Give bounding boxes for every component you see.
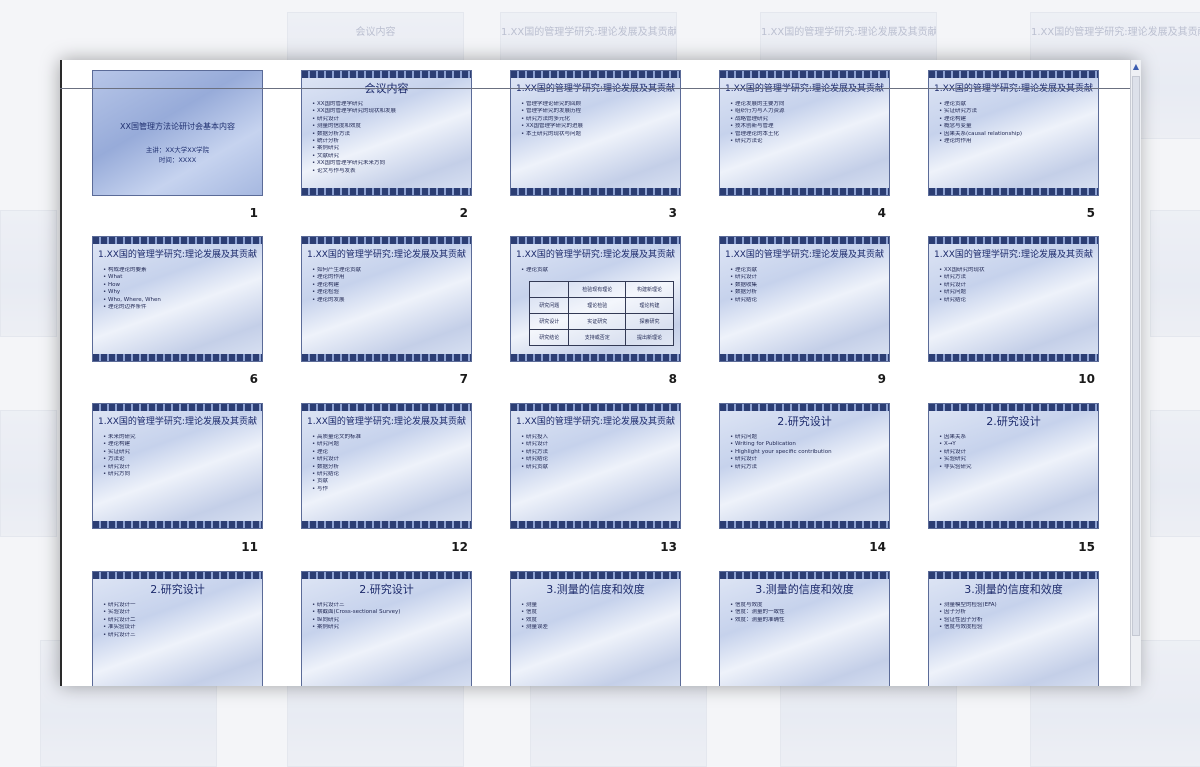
slide-bullets: 管理学理论研究的回顾 管理学研究的发展历程 研究方法的多元化 XX国管理学研究的… [521, 101, 674, 138]
slide-thumbnail-9[interactable]: 1.XX国的管理学研究:理论发展及其贡献 理论贡献 研究设计 数据收集 数据分析… [719, 236, 890, 362]
slide-number: 7 [459, 372, 468, 386]
horizontal-guide-line [60, 88, 1140, 89]
slide-bullets: 信度与效度 信度：测量的一致性 效度：测量的准确性 [730, 602, 883, 624]
slide-thumbnail-6[interactable]: 1.XX国的管理学研究:理论发展及其贡献 构成理论的要素 What How Wh… [92, 236, 263, 362]
slide-bullets: 高质量论文的标准 研究问题 理论 研究设计 数据分析 研究结论 贡献 写作 [312, 434, 465, 493]
slide-bullets: 研究设计三 横截面(Cross-sectional Survey) 纵向研究 案… [312, 602, 465, 632]
scroll-up-icon[interactable]: ▲ [1131, 62, 1141, 72]
slide-table: 检验现有理论 构建新理论 研究问题 理论检验 理论构建 研究设计 实证研究 探索研究 研究… [528, 281, 675, 346]
slide-number: 4 [877, 206, 886, 220]
slide-bullets: XX国的管理学研究 XX国的管理学研究的现状和发展 研究设计 测量的信度和效度 … [312, 101, 465, 175]
slide-title: 2.研究设计 [150, 583, 205, 596]
slide-title: 1.XX国的管理学研究:理论发展及其贡献 [725, 250, 884, 260]
background-thumb [0, 210, 57, 337]
slide-bullets: 测量 信度 效度 测量误差 [521, 602, 674, 632]
slide-bullets: 研究问题 Writing for Publication Highlight y… [730, 434, 883, 471]
slide-number: 5 [1086, 206, 1095, 220]
slide-number: 12 [451, 540, 468, 554]
slide-title: 2.研究设计 [986, 415, 1041, 428]
slide-number: 13 [660, 540, 677, 554]
slide-number: 10 [1078, 372, 1095, 386]
background-thumb [1150, 410, 1200, 537]
slide-number: 11 [241, 540, 258, 554]
slide-title: 1.XX国的管理学研究:理论发展及其贡献 [98, 250, 257, 260]
slide-title: 3.测量的信度和效度 [755, 583, 854, 596]
slide-title: 1.XX国的管理学研究:理论发展及其贡献 [307, 417, 466, 427]
slide-bullets: 理论贡献 实证研究方法 理论构建 概念与变量 因果关系(causal relat… [939, 101, 1092, 145]
slide-number: 14 [869, 540, 886, 554]
slide-bullets: 理论贡献 研究设计 数据收集 数据分析 研究结论 [730, 267, 883, 304]
slide-thumbnail-7[interactable]: 1.XX国的管理学研究:理论发展及其贡献 如何产生理论贡献 理论的作用 理论构建… [301, 236, 472, 362]
vertical-scrollbar[interactable]: ▲ [1130, 60, 1141, 686]
slide-thumbnail-11[interactable]: 1.XX国的管理学研究:理论发展及其贡献 未来的研究 理论构建 实证研究 方法论… [92, 403, 263, 529]
slide-bullets: 理论贡献 [521, 267, 674, 274]
slide-bullets: 研究设计一 实验设计 研究设计二 准实验设计 研究设计三 [103, 602, 256, 639]
slide-number: 15 [1078, 540, 1095, 554]
window-left-edge [60, 60, 62, 686]
slide-title: 3.测量的信度和效度 [546, 583, 645, 596]
slide-title: XX国管理方法论研讨会基本内容 [120, 122, 235, 131]
slide-bullets: 因果关系 X→Y 研究设计 实验研究 非实验研究 [939, 434, 1092, 471]
slide-number: 1 [249, 206, 258, 220]
slide-title: 2.研究设计 [777, 415, 832, 428]
slide-bullets: 未来的研究 理论构建 实证研究 方法论 研究设计 研究方向 [103, 434, 256, 478]
slide-title: 1.XX国的管理学研究:理论发展及其贡献 [98, 417, 257, 427]
slide-thumbnail-14[interactable]: 2.研究设计 研究问题 Writing for Publication High… [719, 403, 890, 529]
slide-bullets: 研究投入 研究设计 研究方法 研究结论 研究贡献 [521, 434, 674, 471]
slide-bullets: 构成理论的要素 What How Why Who, Where, When 理论… [103, 267, 256, 311]
slide-thumbnail-15[interactable]: 2.研究设计 因果关系 X→Y 研究设计 实验研究 非实验研究 [928, 403, 1099, 529]
slide-thumbnail-10[interactable]: 1.XX国的管理学研究:理论发展及其贡献 XX国研究的现状 研究方法 研究设计 … [928, 236, 1099, 362]
slide-sorter-window: XX国管理方法论研讨会基本内容 主讲：XX大学XX学院 时间：XXXX 1 会议… [60, 60, 1138, 686]
slide-title: 1.XX国的管理学研究:理论发展及其贡献 [307, 250, 466, 260]
slide-thumbnail-18[interactable]: 3.测量的信度和效度 测量 信度 效度 测量误差 [510, 571, 681, 686]
slide-bullets: 测量模型的检验(EFA) 因子分析 验证性因子分析 信度与效度检验 [939, 602, 1092, 632]
slide-thumbnail-13[interactable]: 1.XX国的管理学研究:理论发展及其贡献 研究投入 研究设计 研究方法 研究结论… [510, 403, 681, 529]
slide-number: 2 [459, 206, 468, 220]
slide-thumbnail-17[interactable]: 2.研究设计 研究设计三 横截面(Cross-sectional Survey)… [301, 571, 472, 686]
slide-thumbnail-12[interactable]: 1.XX国的管理学研究:理论发展及其贡献 高质量论文的标准 研究问题 理论 研究… [301, 403, 472, 529]
slide-thumbnail-20[interactable]: 3.测量的信度和效度 测量模型的检验(EFA) 因子分析 验证性因子分析 信度与… [928, 571, 1099, 686]
slide-number: 8 [668, 372, 677, 386]
slide-number: 9 [877, 372, 886, 386]
slide-bullets: 如何产生理论贡献 理论的作用 理论构建 理论检验 理论的发展 [312, 267, 465, 304]
slide-title: 2.研究设计 [359, 583, 414, 596]
slide-subtitle: 主讲：XX大学XX学院 时间：XXXX [145, 146, 210, 164]
slide-title: 1.XX国的管理学研究:理论发展及其贡献 [516, 250, 675, 260]
slide-title: 1.XX国的管理学研究:理论发展及其贡献 [934, 84, 1093, 94]
slide-number: 3 [668, 206, 677, 220]
slide-title: 1.XX国的管理学研究:理论发展及其贡献 [516, 417, 675, 427]
slide-thumbnail-16[interactable]: 2.研究设计 研究设计一 实验设计 研究设计二 准实验设计 研究设计三 [92, 571, 263, 686]
background-thumb [0, 410, 57, 537]
slide-bullets: 理论发展的主要方向 组织行为与人力资源 战略管理研究 技术创新与管理 管理理论的… [730, 101, 883, 145]
slide-number: 6 [249, 372, 258, 386]
slide-title: 1.XX国的管理学研究:理论发展及其贡献 [934, 250, 1093, 260]
slide-thumbnail-8[interactable]: 1.XX国的管理学研究:理论发展及其贡献 理论贡献 检验现有理论构建新理论 研究… [510, 236, 681, 362]
slide-title: 会议内容 [364, 82, 409, 95]
scrollbar-thumb[interactable] [1132, 76, 1140, 636]
slide-title: 1.XX国的管理学研究:理论发展及其贡献 [516, 84, 675, 94]
slide-thumbnail-19[interactable]: 3.测量的信度和效度 信度与效度 信度：测量的一致性 效度：测量的准确性 [719, 571, 890, 686]
slide-bullets: XX国研究的现状 研究方法 研究设计 研究问题 研究结论 [939, 267, 1092, 304]
slide-title: 1.XX国的管理学研究:理论发展及其贡献 [725, 84, 884, 94]
background-thumb [1150, 210, 1200, 337]
slide-title: 3.测量的信度和效度 [964, 583, 1063, 596]
